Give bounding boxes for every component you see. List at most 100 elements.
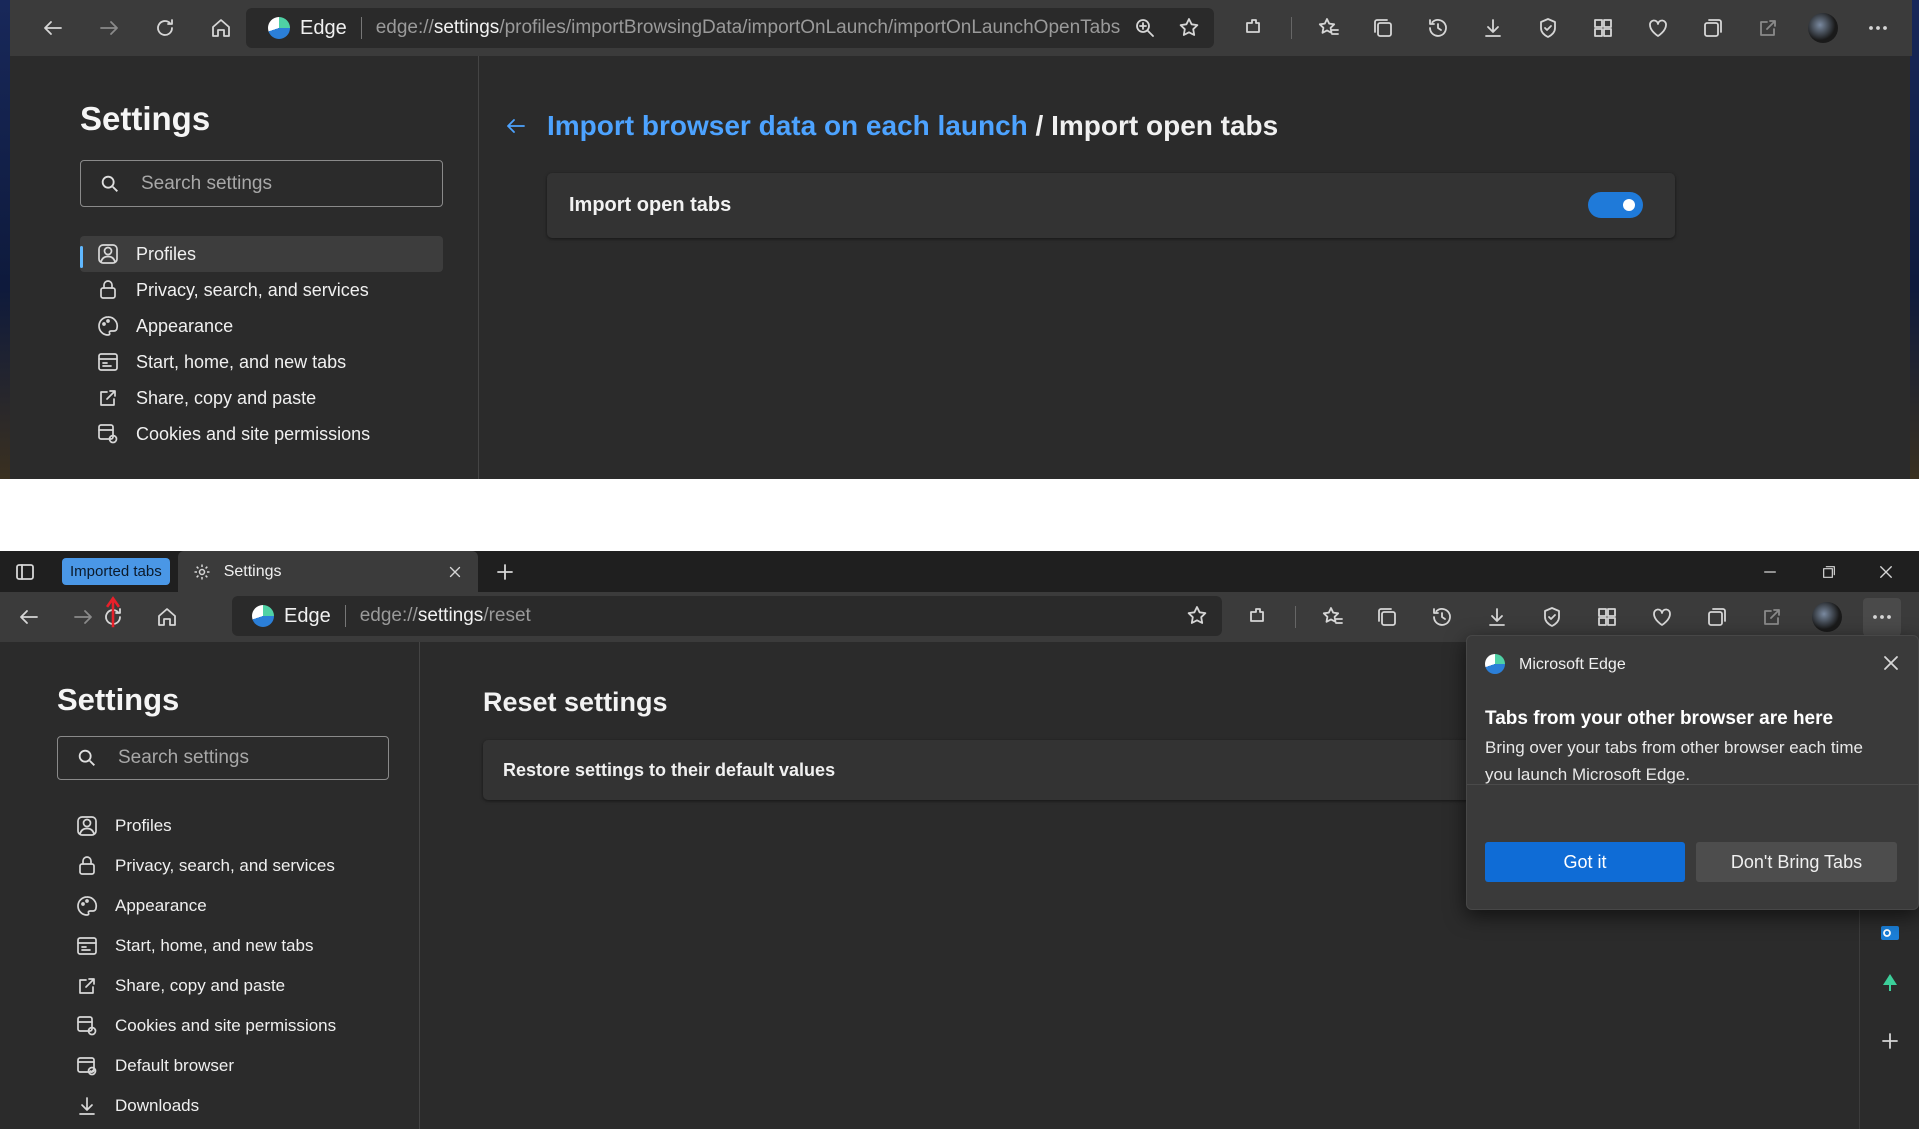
add-favorite-button[interactable] (1178, 597, 1216, 635)
restore-defaults-row[interactable]: Restore settings to their default values (483, 740, 1533, 800)
search-input[interactable] (118, 747, 338, 769)
share-button[interactable] (1753, 598, 1791, 636)
favorites-button[interactable] (1309, 9, 1347, 47)
sidebar-item-default-browser[interactable]: Default browser (57, 1048, 389, 1084)
tab-actions-button[interactable] (6, 553, 44, 591)
address-url[interactable]: edge://settings/reset (360, 605, 531, 627)
performance-button[interactable] (1639, 9, 1677, 47)
popup-divider (1467, 784, 1918, 785)
performance-button[interactable] (1643, 598, 1681, 636)
new-tab-button[interactable] (486, 553, 524, 591)
sidebar-item-label: Downloads (115, 1096, 200, 1115)
more-menu-button[interactable] (1863, 598, 1901, 636)
got-it-button[interactable]: Got it (1485, 842, 1685, 882)
tab-label: Settings (223, 562, 282, 580)
settings-title: Settings (57, 682, 180, 717)
sidebar-item-profiles[interactable]: Profiles (57, 808, 389, 844)
apps-grid-icon (1594, 19, 1612, 37)
address-url[interactable]: edge://settings/profiles/importBrowsingD… (376, 17, 1121, 39)
popup-close-button[interactable] (1872, 644, 1910, 682)
breadcrumb-back-button[interactable] (497, 107, 535, 145)
forward-arrow-icon (100, 21, 118, 35)
history-button[interactable] (1419, 9, 1457, 47)
tab-group-badge[interactable]: Imported tabs (62, 558, 170, 585)
sidebar-item-share-copy-and-paste[interactable]: Share, copy and paste (57, 968, 389, 1004)
games-button[interactable] (1871, 964, 1909, 1002)
sidebar-item-downloads[interactable]: Downloads (57, 1088, 389, 1124)
workspaces-button[interactable] (1694, 9, 1732, 47)
profile-button[interactable] (1804, 9, 1842, 47)
refresh-button[interactable] (146, 9, 184, 47)
tab-settings[interactable]: Settings (177, 551, 478, 592)
browser-essentials-button[interactable] (1529, 9, 1567, 47)
sidebar-item-share-copy-and-paste[interactable]: Share, copy and paste (80, 380, 443, 416)
profile-button[interactable] (1808, 598, 1846, 636)
sidebar-item-appearance[interactable]: Appearance (80, 308, 443, 344)
setting-label: Import open tabs (569, 194, 732, 216)
settings-title: Settings (80, 100, 211, 137)
import-open-tabs-toggle[interactable] (1588, 192, 1643, 218)
home-button[interactable] (202, 9, 240, 47)
apps-button[interactable] (1588, 598, 1626, 636)
tabs-imported-popup: Microsoft Edge Tabs from your other brow… (1466, 635, 1919, 910)
back-arrow-icon (44, 21, 62, 35)
bottom-browser-window: Imported tabs Settings Edge edge://setti… (0, 551, 1919, 1129)
address-bar[interactable]: Edge edge://settings/reset (232, 596, 1222, 636)
history-button[interactable] (1423, 598, 1461, 636)
workspaces-button[interactable] (1698, 598, 1736, 636)
sidebar-item-cookies-and-site-permissions[interactable]: Cookies and site permissions (57, 1008, 389, 1044)
restore-button[interactable] (1810, 553, 1848, 591)
breadcrumb-parent-link[interactable]: Import browser data on each launch (547, 110, 1028, 141)
shield-icon (1544, 607, 1560, 627)
favorites-button[interactable] (1313, 598, 1351, 636)
sidebar-item-start-home-and-new-tabs[interactable]: Start, home, and new tabs (57, 928, 389, 964)
more-dots-icon (1869, 26, 1887, 30)
back-arrow-icon (507, 119, 525, 133)
search-box[interactable] (80, 160, 443, 207)
home-button[interactable] (148, 598, 186, 636)
back-button[interactable] (34, 9, 72, 47)
sidebar-item-label: Cookies and site permissions (115, 1016, 337, 1035)
extensions-button[interactable] (1236, 9, 1274, 47)
sidebar-item-label: Start, home, and new tabs (115, 936, 314, 955)
zoom-button[interactable] (1126, 9, 1164, 47)
address-bar[interactable]: Edge edge://settings/profiles/importBrow… (246, 8, 1214, 48)
address-brand: Edge (284, 604, 331, 627)
import-open-tabs-row: Import open tabs (547, 173, 1675, 238)
downloads-button[interactable] (1474, 9, 1512, 47)
browser-essentials-button[interactable] (1533, 598, 1571, 636)
share-icon (1760, 20, 1776, 36)
search-input[interactable] (141, 172, 361, 195)
home-icon (158, 608, 176, 626)
share-button[interactable] (1749, 9, 1787, 47)
start-page-icon (77, 937, 97, 955)
outlook-button[interactable] (1871, 914, 1909, 952)
share-icon (79, 978, 95, 994)
collections-button[interactable] (1364, 9, 1402, 47)
close-window-button[interactable] (1867, 553, 1905, 591)
close-tab-button[interactable] (436, 553, 474, 591)
star-add-icon (1187, 606, 1207, 624)
sidebar-item-profiles[interactable]: Profiles (80, 236, 443, 272)
search-box[interactable] (57, 736, 389, 780)
dont-bring-tabs-button[interactable]: Don't Bring Tabs (1696, 842, 1897, 882)
sidebar-item-appearance[interactable]: Appearance (57, 888, 389, 924)
sidebar-item-privacy-search-and-services[interactable]: Privacy, search, and services (57, 848, 389, 884)
download-icon (1485, 19, 1501, 37)
extensions-button[interactable] (1240, 598, 1278, 636)
add-sidebar-app-button[interactable] (1871, 1022, 1909, 1060)
history-icon (1429, 19, 1447, 37)
sidebar-item-label: Default browser (115, 1056, 235, 1075)
sidebar-item-privacy-search-and-services[interactable]: Privacy, search, and services (80, 272, 443, 308)
back-button[interactable] (10, 598, 48, 636)
downloads-button[interactable] (1478, 598, 1516, 636)
sidebar-item-start-home-and-new-tabs[interactable]: Start, home, and new tabs (80, 344, 443, 380)
add-favorite-button[interactable] (1170, 9, 1208, 47)
sidebar-item-cookies-and-site-permissions[interactable]: Cookies and site permissions (80, 416, 443, 452)
more-menu-button[interactable] (1859, 9, 1897, 47)
apps-button[interactable] (1584, 9, 1622, 47)
forward-button[interactable] (90, 9, 128, 47)
minimize-button[interactable] (1751, 553, 1789, 591)
collections-button[interactable] (1368, 598, 1406, 636)
download-icon (79, 1097, 95, 1115)
